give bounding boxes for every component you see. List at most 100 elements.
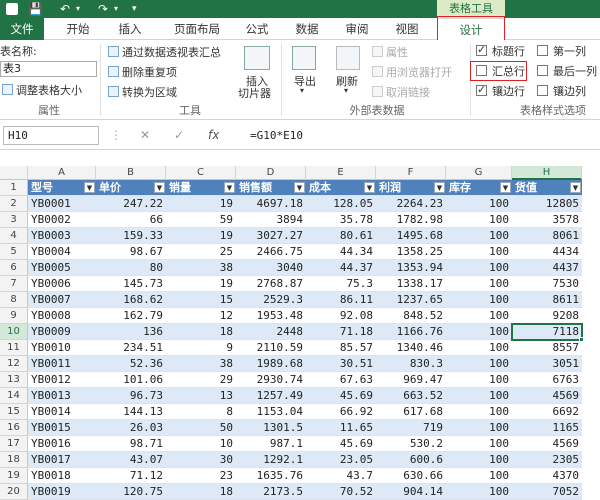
table-cell[interactable]: 80.61 bbox=[306, 228, 376, 244]
table-cell[interactable]: 1165 bbox=[512, 420, 582, 436]
export-button[interactable]: 导出 bbox=[294, 73, 316, 89]
table-cell[interactable]: 100 bbox=[446, 308, 512, 324]
table-cell[interactable]: 98.67 bbox=[96, 244, 166, 260]
table-cell[interactable]: 75.3 bbox=[306, 276, 376, 292]
table-cell[interactable]: 100 bbox=[446, 436, 512, 452]
table-cell[interactable]: 904.14 bbox=[376, 484, 446, 500]
table-cell[interactable]: 44.37 bbox=[306, 260, 376, 276]
filter-dropdown-icon[interactable]: ▼ bbox=[224, 182, 235, 193]
tab-insert[interactable]: 插入 bbox=[110, 18, 150, 40]
table-header-cell[interactable]: 库存 ▼ bbox=[446, 180, 512, 196]
tab-page-layout[interactable]: 页面布局 bbox=[160, 18, 234, 40]
fill-handle[interactable] bbox=[579, 337, 584, 342]
table-cell[interactable]: 3027.27 bbox=[236, 228, 306, 244]
table-header-cell[interactable]: 成本 ▼ bbox=[306, 180, 376, 196]
last-column-checkbox[interactable] bbox=[537, 65, 548, 76]
insert-function-icon[interactable]: fx bbox=[208, 128, 219, 142]
table-cell[interactable]: YB0005 bbox=[28, 260, 96, 276]
table-header-cell[interactable]: 利润 ▼ bbox=[376, 180, 446, 196]
table-cell[interactable]: 4569 bbox=[512, 388, 582, 404]
table-cell[interactable]: 8611 bbox=[512, 292, 582, 308]
row-header[interactable]: 3 bbox=[0, 212, 28, 228]
slicer-label-2[interactable]: 切片器 bbox=[238, 85, 271, 101]
table-cell[interactable]: 7052 bbox=[512, 484, 582, 500]
convert-to-range-button[interactable]: 转换为区域 bbox=[108, 84, 177, 100]
table-cell[interactable]: 9 bbox=[166, 340, 236, 356]
remove-duplicates-button[interactable]: 删除重复项 bbox=[108, 64, 177, 80]
table-cell[interactable]: 66 bbox=[96, 212, 166, 228]
column-header-h[interactable]: H bbox=[512, 166, 582, 180]
table-cell[interactable]: 30.51 bbox=[306, 356, 376, 372]
row-header[interactable]: 2 bbox=[0, 196, 28, 212]
table-cell[interactable]: 70.52 bbox=[306, 484, 376, 500]
tab-home[interactable]: 开始 bbox=[56, 18, 100, 40]
table-cell[interactable]: 7530 bbox=[512, 276, 582, 292]
row-header[interactable]: 4 bbox=[0, 228, 28, 244]
table-cell[interactable]: 630.66 bbox=[376, 468, 446, 484]
table-cell[interactable]: 35.78 bbox=[306, 212, 376, 228]
column-header-a[interactable]: A bbox=[28, 166, 96, 180]
filter-dropdown-icon[interactable]: ▼ bbox=[570, 182, 581, 193]
table-cell[interactable]: 2930.74 bbox=[236, 372, 306, 388]
table-cell[interactable]: 4434 bbox=[512, 244, 582, 260]
table-header-cell[interactable]: 销量 ▼ bbox=[166, 180, 236, 196]
undo-icon[interactable]: ↶ bbox=[60, 1, 70, 17]
table-cell[interactable]: 18 bbox=[166, 484, 236, 500]
table-cell[interactable]: 19 bbox=[166, 228, 236, 244]
table-cell[interactable]: 43.7 bbox=[306, 468, 376, 484]
table-cell[interactable]: 101.06 bbox=[96, 372, 166, 388]
table-cell[interactable]: 25 bbox=[166, 244, 236, 260]
table-cell[interactable]: 6692 bbox=[512, 404, 582, 420]
filter-dropdown-icon[interactable]: ▼ bbox=[294, 182, 305, 193]
row-header[interactable]: 1 bbox=[0, 180, 28, 196]
row-header[interactable]: 9 bbox=[0, 308, 28, 324]
table-cell[interactable]: 145.73 bbox=[96, 276, 166, 292]
tab-file[interactable]: 文件 bbox=[0, 18, 44, 40]
column-header-g[interactable]: G bbox=[446, 166, 512, 180]
table-cell[interactable]: 12805 bbox=[512, 196, 582, 212]
table-cell[interactable]: 1358.25 bbox=[376, 244, 446, 260]
table-cell[interactable]: YB0009 bbox=[28, 324, 96, 340]
table-cell[interactable]: 128.05 bbox=[306, 196, 376, 212]
tab-view[interactable]: 视图 bbox=[390, 18, 424, 40]
table-cell[interactable]: 100 bbox=[446, 324, 512, 340]
table-cell[interactable]: 530.2 bbox=[376, 436, 446, 452]
table-cell[interactable]: 3040 bbox=[236, 260, 306, 276]
table-cell[interactable]: 1340.46 bbox=[376, 340, 446, 356]
table-cell[interactable]: 71.12 bbox=[96, 468, 166, 484]
table-cell[interactable]: YB0018 bbox=[28, 468, 96, 484]
table-cell[interactable]: 1153.04 bbox=[236, 404, 306, 420]
table-cell[interactable]: 617.68 bbox=[376, 404, 446, 420]
table-cell[interactable]: 1301.5 bbox=[236, 420, 306, 436]
cancel-icon[interactable]: ✕ bbox=[140, 128, 150, 142]
table-cell[interactable]: 8 bbox=[166, 404, 236, 420]
table-cell[interactable]: 23 bbox=[166, 468, 236, 484]
table-cell[interactable]: YB0012 bbox=[28, 372, 96, 388]
table-cell[interactable]: YB0014 bbox=[28, 404, 96, 420]
row-header[interactable]: 12 bbox=[0, 356, 28, 372]
table-cell[interactable]: 1237.65 bbox=[376, 292, 446, 308]
table-cell[interactable]: 98.71 bbox=[96, 436, 166, 452]
table-cell[interactable]: 1989.68 bbox=[236, 356, 306, 372]
table-cell[interactable]: 19 bbox=[166, 196, 236, 212]
table-cell[interactable]: 29 bbox=[166, 372, 236, 388]
table-cell[interactable]: 1257.49 bbox=[236, 388, 306, 404]
row-header[interactable]: 15 bbox=[0, 404, 28, 420]
table-header-cell[interactable]: 销售额 ▼ bbox=[236, 180, 306, 196]
table-cell[interactable]: 13 bbox=[166, 388, 236, 404]
column-header-e[interactable]: E bbox=[306, 166, 376, 180]
row-header[interactable]: 18 bbox=[0, 452, 28, 468]
row-header[interactable]: 19 bbox=[0, 468, 28, 484]
table-cell[interactable]: 100 bbox=[446, 228, 512, 244]
table-cell[interactable]: YB0019 bbox=[28, 484, 96, 500]
column-header-c[interactable]: C bbox=[166, 166, 236, 180]
row-header[interactable]: 14 bbox=[0, 388, 28, 404]
table-cell[interactable]: 234.51 bbox=[96, 340, 166, 356]
table-cell[interactable]: 86.11 bbox=[306, 292, 376, 308]
table-cell[interactable]: 600.6 bbox=[376, 452, 446, 468]
table-cell[interactable]: 50 bbox=[166, 420, 236, 436]
pivot-summarize-button[interactable]: 通过数据透视表汇总 bbox=[108, 44, 221, 60]
worksheet-grid[interactable]: A B C D E F G H 1 型号 ▼ 单价 ▼ 销量 ▼ 销售额 ▼ 成本 ▼ 利润 ▼ 库存 ▼ 货值 ▼ 2 YB000… bbox=[0, 166, 600, 500]
table-cell[interactable]: 2110.59 bbox=[236, 340, 306, 356]
row-header[interactable]: 11 bbox=[0, 340, 28, 356]
